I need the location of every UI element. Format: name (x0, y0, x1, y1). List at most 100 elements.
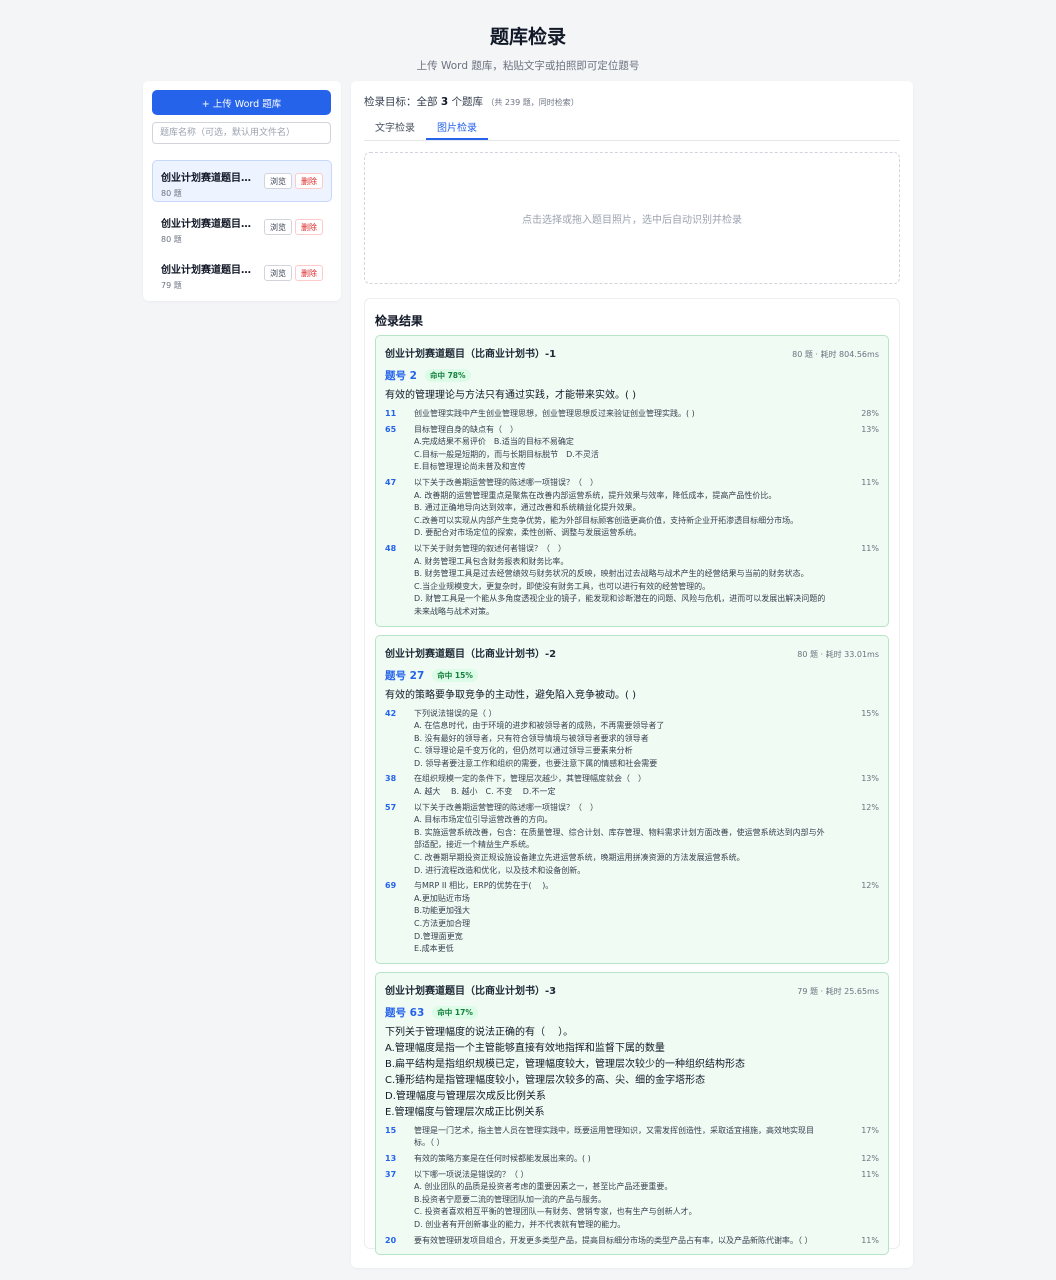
candidate-item[interactable]: 15 管理是一门艺术，指主管人员在管理实践中，既要运用管理知识，又需发挥创造性，采… (385, 1125, 879, 1150)
candidate-line: D. 财管工具是一个能从多角度透视企业的镜子，能发现和诊断潜在的问题、风险与危机… (414, 594, 826, 604)
browse-button[interactable]: 浏览 (264, 219, 292, 235)
candidate-item[interactable]: 13 有效的策略方案是在任何时候都能发展出来的。( ) 12% (385, 1153, 879, 1166)
bank-count: 80 题 (161, 189, 182, 198)
question-line: D.管理幅度与管理层次成反比例关系 (385, 1090, 546, 1102)
candidate-line: D. 创业者有开创新事业的能力，并不代表就有管理的能力。 (414, 1219, 626, 1229)
tab-text-search[interactable]: 文字检录 (364, 116, 426, 140)
candidate-line: C.目标一般是短期的，而与长期目标脱节 D.不灵活 (414, 449, 599, 459)
candidate-score: 12% (861, 881, 879, 891)
candidate-score: 17% (861, 1125, 879, 1135)
candidate-text: 创业管理实践中产生创业管理思想，创业管理思想反过来验证创业管理实践。( ) (414, 408, 839, 421)
result-bank-title: 创业计划赛道题目（比商业计划书）-1 (385, 349, 557, 360)
candidate-line: B. 没有最好的领导者，只有符合领导情境与被领导者要求的领导者 (414, 733, 649, 743)
candidate-line: A. 财务管理工具包含财务报表和财务比率。 (414, 556, 569, 566)
bank-item[interactable]: 创业计划赛道题目（比商业计划书）-2 80 题 浏览 删除 (152, 206, 332, 248)
candidate-text: 管理是一门艺术，指主管人员在管理实践中，既要运用管理知识，又需发挥创造性，采取适… (414, 1125, 839, 1150)
candidate-item[interactable]: 42 下列说法错误的是（ ） A. 在信息时代，由于环境的进步和被领导者的成熟，不再… (385, 708, 879, 771)
bank-count: 79 题 (161, 281, 182, 290)
candidate-line: 部适配，接近一个精益生产系统。 (414, 840, 534, 850)
candidate-item[interactable]: 37 以下哪一项说法是错误的？（ ） A. 创业团队的品质是投资者考虑的重要因素之一… (385, 1169, 879, 1232)
candidate-item[interactable]: 38 在组织规模一定的条件下，管理层次越少，其管理幅度就会（ ） A. 越大 B. … (385, 773, 879, 798)
candidate-score: 28% (861, 409, 879, 418)
candidate-text: 以下哪一项说法是错误的？（ ） A. 创业团队的品质是投资者考虑的重要因素之一，甚… (414, 1169, 839, 1232)
results-title: 检录结果 (375, 314, 424, 328)
question-number[interactable]: 题号 63 (385, 1005, 424, 1020)
candidate-line: 在组织规模一定的条件下，管理层次越少，其管理幅度就会（ ） (414, 774, 646, 784)
candidate-score: 15% (861, 708, 879, 718)
candidate-line: D. 进行流程改造和优化，以及技术和设备创新。 (414, 865, 586, 875)
candidate-number: 20 (385, 1235, 397, 1245)
candidate-text: 以下关于改善期运营管理的陈述哪一项错误？（ ） A. 改善期的运营管理重点是聚焦在… (414, 477, 839, 540)
candidate-number: 42 (385, 708, 397, 718)
bank-item[interactable]: 创业计划赛道题目（比商业计划书）-3 79 题 浏览 删除 (152, 252, 332, 294)
question-number[interactable]: 题号 27 (385, 668, 424, 683)
browse-button[interactable]: 浏览 (264, 265, 292, 281)
browse-button[interactable]: 浏览 (264, 173, 292, 189)
bank-name-input[interactable] (152, 122, 331, 144)
candidate-text: 以下关于财务管理的叙述何者错误？（ ） A. 财务管理工具包含财务报表和财务比率。… (414, 543, 839, 619)
dropzone-text: 点击选择或拖入题目照片，选中后自动识别并检录 (522, 214, 742, 226)
question-number[interactable]: 题号 2 (385, 368, 417, 383)
results-panel: 检录结果 创业计划赛道题目（比商业计划书）-1 80 题 · 耗时 804.56m… (364, 298, 900, 1256)
candidate-line: C. 改善期早期投资正规设施设备建立先进运营系统，晚期运用拼凑资源的方法发展运营… (414, 853, 745, 863)
candidate-line: D. 要配合对市场定位的探索，柔性创新、调整与发展运营系统。 (414, 528, 642, 538)
candidate-item[interactable]: 65 目标管理自身的缺点有（ ） A.完成结果不易评价 B.适当的目标不易确定 C.目… (385, 424, 879, 474)
candidate-number: 37 (385, 1169, 397, 1179)
candidate-item[interactable]: 47 以下关于改善期运营管理的陈述哪一项错误？（ ） A. 改善期的运营管理重点是聚… (385, 477, 879, 540)
bank-name: 创业计划赛道题目（比商业计划书）-2 (161, 219, 251, 230)
image-dropzone[interactable]: 点击选择或拖入题目照片，选中后自动识别并检录 (364, 152, 900, 284)
question-line: 有效的策略要争取竞争的主动性，避免陷入竞争被动。( ) (385, 689, 636, 701)
page-subtitle: 上传 Word 题库，粘贴文字或拍照即可定位题号 (416, 60, 640, 72)
candidate-line: E.成本更低 (414, 944, 454, 954)
delete-button[interactable]: 删除 (295, 173, 323, 189)
candidate-line: A. 改善期的运营管理重点是聚焦在改善内部运营系统，提升效果与效率，降低成本，提… (414, 490, 777, 500)
bank-list: 创业计划赛道题目（比商业计划书）-1 80 题 浏览 删除 创业计划赛道题目（比… (152, 160, 332, 294)
bank-item[interactable]: 创业计划赛道题目（比商业计划书）-1 80 题 浏览 删除 (152, 160, 332, 202)
candidate-line: 标。（ ） (414, 1138, 445, 1148)
candidate-line: E.目标管理理论尚未普及和宣传 (414, 462, 526, 472)
candidate-score: 12% (861, 802, 879, 812)
candidate-line: 下列说法错误的是（ ） (414, 708, 497, 718)
question-line: 有效的管理理论与方法只有通过实践，才能带来实效。( ) (385, 390, 636, 401)
candidate-number: 47 (385, 477, 397, 487)
tab-image-search[interactable]: 图片检录 (426, 116, 488, 140)
candidate-item[interactable]: 20 要有效管理研发项目组合，开发更多类型产品，提高目标细分市场的类型产品占有率，… (385, 1235, 879, 1248)
candidate-text: 在组织规模一定的条件下，管理层次越少，其管理幅度就会（ ） A. 越大 B. 越小… (414, 773, 839, 798)
candidate-item[interactable]: 11 创业管理实践中产生创业管理思想，创业管理思想反过来验证创业管理实践。( ) 2… (385, 408, 879, 421)
target-prefix: 检录目标：全部 (364, 96, 438, 108)
candidate-item[interactable]: 69 与MRP II 相比，ERP的优势在于( )。 A.更加贴近市场 B.功能更加强… (385, 880, 879, 956)
candidate-score: 11% (861, 1235, 879, 1245)
candidate-line: C. 领导理论是千变万化的，但仍然可以通过领导三要素来分析 (414, 746, 633, 756)
result-card: 创业计划赛道题目（比商业计划书）-3 79 题 · 耗时 25.65ms 题号 63… (375, 971, 889, 1256)
candidate-list: 11 创业管理实践中产生创业管理思想，创业管理思想反过来验证创业管理实践。( ) 2… (385, 408, 879, 619)
bank-name: 创业计划赛道题目（比商业计划书）-1 (161, 173, 251, 184)
upload-word-button[interactable]: + 上传 Word 题库 (152, 90, 331, 115)
question-line: B.扁平结构是指组织规模已定，管理幅度较大，管理层次较少的一种组织结构形态 (385, 1058, 746, 1070)
delete-button[interactable]: 删除 (295, 265, 323, 281)
question-line: E.管理幅度与管理层次成正比例关系 (385, 1106, 545, 1118)
candidate-line: A.更加贴近市场 (414, 893, 470, 903)
candidate-item[interactable]: 48 以下关于财务管理的叙述何者错误？（ ） A. 财务管理工具包含财务报表和财务比… (385, 543, 879, 619)
candidate-text: 以下关于改善期运营管理的陈述哪一项错误？（ ） A. 目标市场定位引导运营改善的方… (414, 802, 839, 878)
candidate-line: B.投资者宁愿要二流的管理团队加一流的产品与服务。 (414, 1194, 607, 1204)
bank-count: 80 题 (161, 235, 182, 244)
delete-button[interactable]: 删除 (295, 219, 323, 235)
target-suffix: 个题库 (451, 96, 484, 108)
target-note: （共 239 题，同时检索） (486, 98, 579, 107)
candidate-line: A. 在信息时代，由于环境的进步和被领导者的成熟，不再需要领导者了 (414, 721, 665, 731)
candidate-line: 以下关于改善期运营管理的陈述哪一项错误？（ ） (414, 802, 598, 812)
candidate-score: 13% (861, 774, 879, 784)
candidate-line: C.方法更加合理 (414, 919, 471, 928)
candidate-text: 下列说法错误的是（ ） A. 在信息时代，由于环境的进步和被领导者的成熟，不再需要… (414, 708, 839, 771)
candidate-line: 管理是一门艺术，指主管人员在管理实践中，既要运用管理知识，又需发挥创造性，采取适… (414, 1125, 814, 1135)
candidate-list: 42 下列说法错误的是（ ） A. 在信息时代，由于环境的进步和被领导者的成熟，不再… (385, 708, 879, 956)
candidate-line: D. 领导者要注意工作和组织的需要，也要注意下属的情感和社会需要 (414, 758, 658, 768)
candidate-item[interactable]: 57 以下关于改善期运营管理的陈述哪一项错误？（ ） A. 目标市场定位引导运营改善… (385, 802, 879, 878)
page-header: 题库检录 上传 Word 题库，粘贴文字或拍照即可定位题号 (0, 0, 1056, 80)
candidate-number: 11 (385, 409, 397, 418)
result-bank-title: 创业计划赛道题目（比商业计划书）-3 (385, 985, 557, 997)
candidate-line: C.当企业规模变大，更复杂时，即使没有财务工具，也可以进行有效的经营管理的。 (414, 581, 711, 591)
candidate-line: 与MRP II 相比，ERP的优势在于( )。 (414, 881, 554, 891)
candidate-text: 目标管理自身的缺点有（ ） A.完成结果不易评价 B.适当的目标不易确定 C.目标一… (414, 424, 839, 474)
candidate-line: 未来战略与战术对策。 (414, 606, 494, 616)
